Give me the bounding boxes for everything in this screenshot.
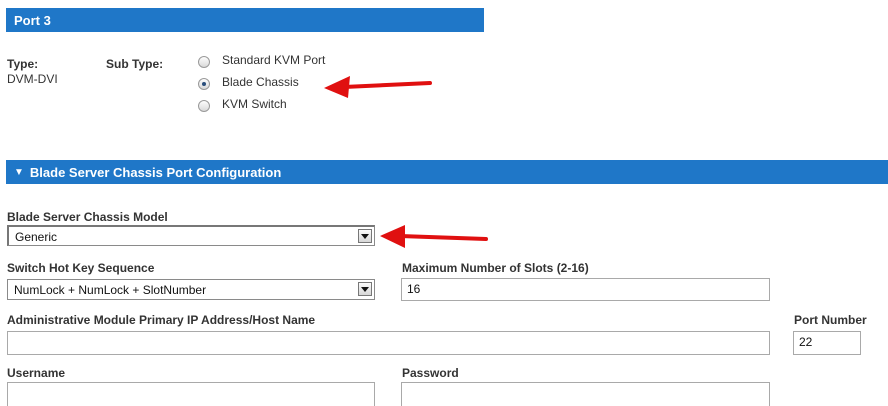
hotkey-value: NumLock + NumLock + SlotNumber xyxy=(14,283,207,297)
password-input[interactable] xyxy=(401,382,770,406)
max-slots-input[interactable]: 16 xyxy=(401,278,770,301)
chassis-model-label: Blade Server Chassis Model xyxy=(7,210,168,224)
collapse-triangle-icon[interactable]: ▼ xyxy=(14,167,24,178)
red-arrow-annotation-model xyxy=(380,225,488,248)
port-number-label: Port Number xyxy=(794,313,867,327)
hotkey-select[interactable]: NumLock + NumLock + SlotNumber xyxy=(7,279,375,300)
port-number-input[interactable]: 22 xyxy=(793,331,861,355)
radio-kvm-switch[interactable] xyxy=(198,100,210,112)
radio-standard-kvm-port[interactable] xyxy=(198,56,210,68)
admin-ip-label: Administrative Module Primary IP Address… xyxy=(7,313,316,327)
admin-ip-input[interactable] xyxy=(7,331,770,355)
radio-label-kvm-switch[interactable]: KVM Switch xyxy=(222,97,287,111)
type-value: DVM-DVI xyxy=(7,72,58,86)
radio-label-blade-chassis[interactable]: Blade Chassis xyxy=(222,75,299,89)
port-header-bar: Port 3 xyxy=(6,8,484,32)
password-label: Password xyxy=(402,366,459,380)
username-input[interactable] xyxy=(7,382,375,406)
radio-blade-chassis[interactable] xyxy=(198,78,210,90)
hotkey-label: Switch Hot Key Sequence xyxy=(7,261,155,275)
chassis-model-value: Generic xyxy=(15,230,58,244)
chassis-model-select[interactable]: Generic xyxy=(7,225,375,246)
chevron-down-icon[interactable] xyxy=(358,229,372,243)
max-slots-label: Maximum Number of Slots (2-16) xyxy=(402,261,589,275)
red-arrow-annotation-subtype xyxy=(324,76,432,98)
type-label: Type: xyxy=(7,57,39,71)
radio-label-standard-kvm-port[interactable]: Standard KVM Port xyxy=(222,53,325,67)
chevron-down-icon[interactable] xyxy=(358,282,372,296)
username-label: Username xyxy=(7,366,66,380)
config-header-title: Blade Server Chassis Port Configuration xyxy=(29,164,282,180)
config-header-bar[interactable]: ▼ Blade Server Chassis Port Configuratio… xyxy=(6,160,888,184)
port-title: Port 3 xyxy=(14,12,51,28)
subtype-label: Sub Type: xyxy=(106,57,164,71)
